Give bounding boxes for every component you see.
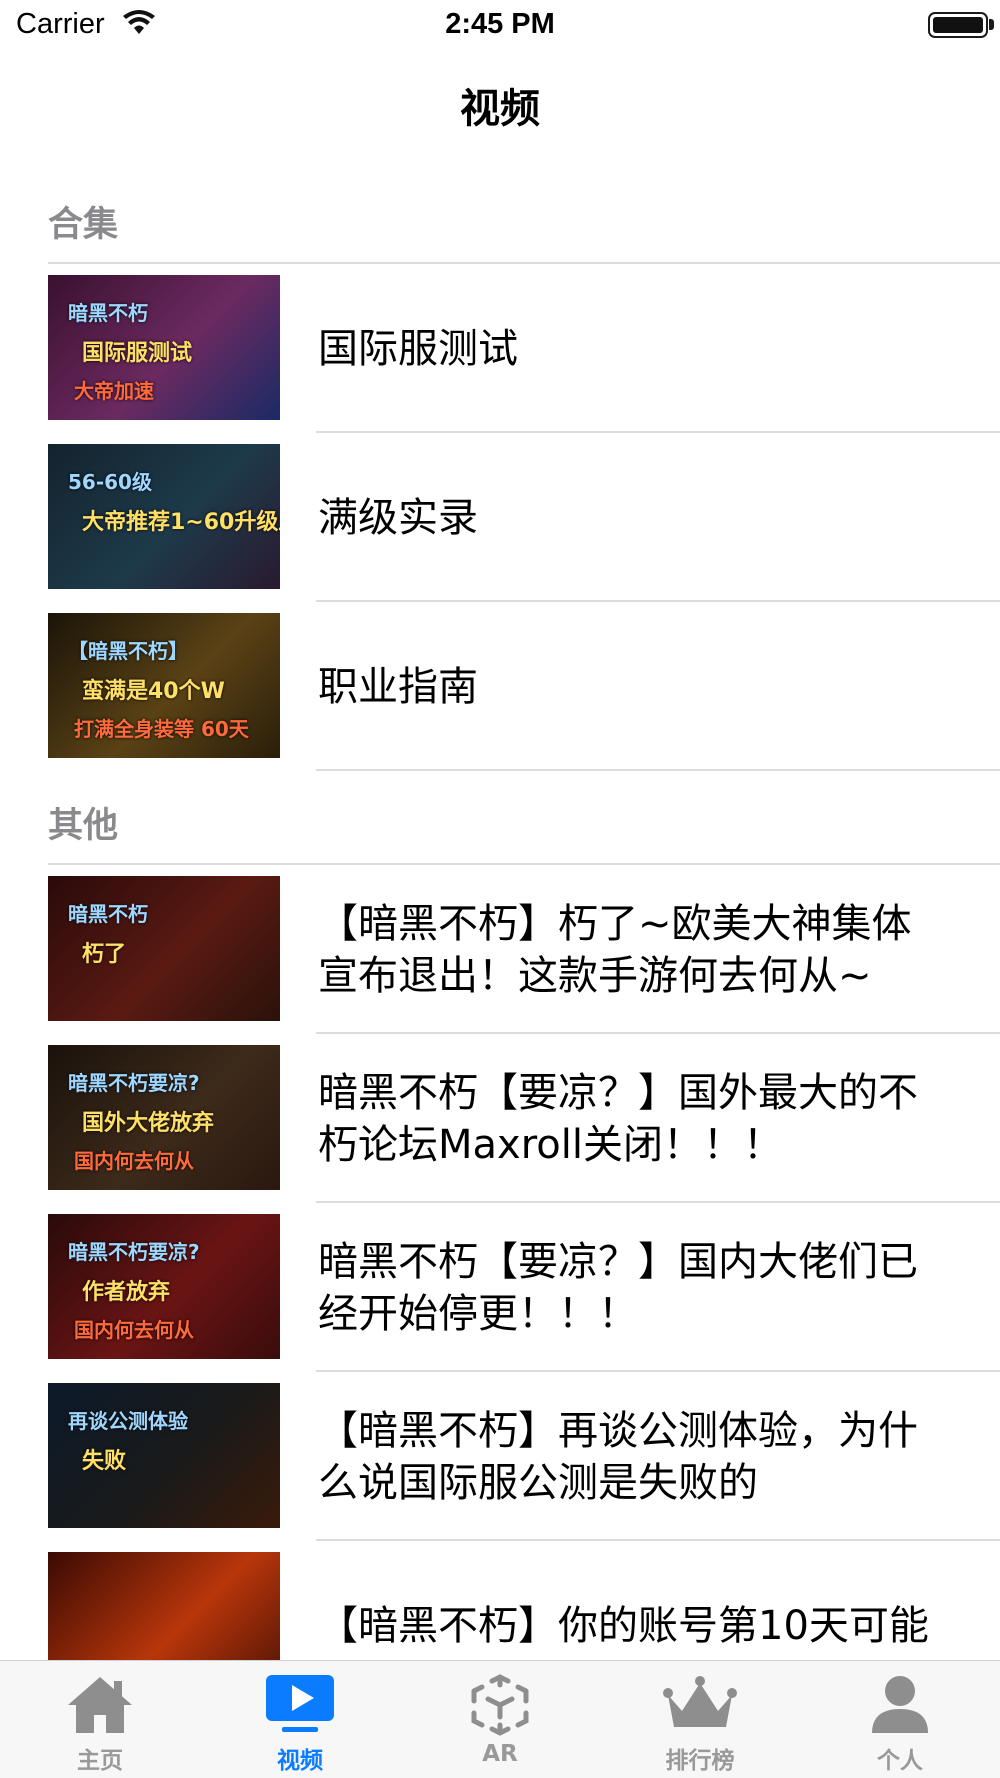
thumbnail-caption: 暗黑不朽	[68, 902, 148, 926]
section-header: 其他	[48, 806, 119, 846]
thumbnail-caption: 国内何去何从	[74, 1318, 194, 1342]
video-title-container: 暗黑不朽【要凉？】国外最大的不朽论坛Maxroll关闭！！！	[318, 1034, 950, 1203]
thumbnail-caption: 56-60级	[68, 470, 152, 494]
video-title-container: 暗黑不朽【要凉？】国内大佬们已经开始停更！！！	[318, 1203, 950, 1372]
video-title: 暗黑不朽【要凉？】国外最大的不朽论坛Maxroll关闭！！！	[318, 1069, 918, 1168]
video-title: 【暗黑不朽】朽了~欧美大神集体宣布退出！这款手游何去何从~	[318, 900, 912, 999]
video-row[interactable]: 暗黑不朽 国际服测试 大帝加速 国际服测试	[0, 264, 1000, 433]
thumbnail-caption: 再谈公测体验	[68, 1409, 188, 1433]
tab-bar: 主页 视频 AR 排行榜 个人	[0, 1660, 1000, 1778]
video-thumbnail[interactable]: 暗黑不朽要凉? 国外大佬放弃国内何去何从	[48, 1045, 280, 1190]
video-title: 国际服测试	[318, 325, 518, 372]
video-row[interactable]: 暗黑不朽要凉? 作者放弃国内何去何从 暗黑不朽【要凉？】国内大佬们已经开始停更！！！	[0, 1203, 1000, 1372]
status-bar: Carrier 2:45 PM	[0, 0, 1000, 50]
person-icon	[862, 1673, 938, 1737]
thumbnail-caption: 国际服测试	[82, 341, 193, 366]
tab-label: AR	[482, 1741, 518, 1767]
video-thumbnail[interactable]: 暗黑不朽朽了	[48, 876, 280, 1021]
video-title: 【暗黑不朽】再谈公测体验，为什么说国际服公测是失败的	[318, 1407, 918, 1506]
video-row[interactable]: 56-60级大帝推荐1~60升级路线图满级实录	[0, 433, 1000, 602]
thumbnail-caption: 打满全身装等 60天	[74, 717, 249, 741]
thumbnail-caption: 国外大佬放弃	[82, 1111, 215, 1136]
video-thumbnail[interactable]: 暗黑不朽要凉? 作者放弃国内何去何从	[48, 1214, 280, 1359]
tab-video[interactable]: 视频	[200, 1661, 400, 1778]
thumbnail-caption: 暗黑不朽要凉?	[68, 1071, 200, 1095]
video-title-container: 【暗黑不朽】再谈公测体验，为什么说国际服公测是失败的	[318, 1372, 950, 1541]
video-row[interactable]: 暗黑不朽要凉? 国外大佬放弃国内何去何从 暗黑不朽【要凉？】国外最大的不朽论坛Max…	[0, 1034, 1000, 1203]
battery-icon	[928, 12, 988, 38]
page-title: 视频	[460, 86, 540, 132]
video-list[interactable]: 合集暗黑不朽国际服测试大帝加速国际服测试56-60级大帝推荐1~60升级路线图满…	[0, 150, 1000, 1660]
video-row[interactable]: 【暗黑不朽】蛮满是40个W 打满全身装等 60天 职业指南	[0, 602, 1000, 771]
video-row[interactable]: 再谈公测体验 失败 【暗黑不朽】再谈公测体验，为什么说国际服公测是失败的	[0, 1372, 1000, 1541]
thumbnail-caption: 大帝加速	[74, 379, 154, 403]
thumbnail-caption: 朽了	[82, 942, 127, 967]
video-thumbnail[interactable]: 【暗黑不朽】蛮满是40个W 打满全身装等 60天	[48, 613, 280, 758]
video-title-container: 【暗黑不朽】你的账号第10天可能	[318, 1541, 950, 1660]
tab-ar[interactable]: AR	[400, 1661, 600, 1778]
video-thumbnail[interactable]	[48, 1552, 280, 1660]
ar-cube-icon	[462, 1673, 538, 1737]
status-time: 2:45 PM	[445, 8, 555, 40]
thumbnail-caption: 大帝推荐1~60升级路线图	[82, 510, 280, 535]
video-title-container: 国际服测试	[318, 264, 950, 433]
thumbnail-caption: 暗黑不朽	[68, 301, 148, 325]
video-thumbnail[interactable]: 56-60级大帝推荐1~60升级路线图	[48, 444, 280, 589]
house-icon	[62, 1673, 138, 1737]
video-row[interactable]: 暗黑不朽 朽了 【暗黑不朽】朽了~欧美大神集体宣布退出！这款手游何去何从~	[0, 865, 1000, 1034]
thumbnail-caption: 作者放弃	[82, 1280, 171, 1305]
crown-icon	[662, 1673, 738, 1737]
video-row[interactable]: 【暗黑不朽】你的账号第10天可能	[0, 1541, 1000, 1660]
thumbnail-caption: 【暗黑不朽】	[68, 639, 188, 663]
video-title-container: 职业指南	[318, 602, 950, 771]
tab-label: 主页	[77, 1748, 123, 1774]
thumbnail-caption: 蛮满是40个W	[82, 679, 225, 704]
video-title-container: 满级实录	[318, 433, 950, 602]
thumbnail-caption: 暗黑不朽要凉?	[68, 1240, 200, 1264]
tab-label: 排行榜	[665, 1748, 735, 1774]
thumbnail-caption: 国内何去何从	[74, 1149, 194, 1173]
video-title: 满级实录	[318, 494, 478, 541]
video-title-container: 【暗黑不朽】朽了~欧美大神集体宣布退出！这款手游何去何从~	[318, 865, 950, 1034]
video-title: 暗黑不朽【要凉？】国内大佬们已经开始停更！！！	[318, 1238, 918, 1337]
thumbnail-caption: 失败	[82, 1449, 127, 1474]
section-header: 合集	[48, 205, 119, 245]
tab-label: 个人	[877, 1748, 923, 1774]
video-title: 职业指南	[318, 663, 478, 710]
video-title: 【暗黑不朽】你的账号第10天可能	[318, 1602, 929, 1649]
tab-home[interactable]: 主页	[0, 1661, 200, 1778]
play-icon	[262, 1673, 338, 1737]
row-separator	[316, 769, 1000, 771]
tab-label: 视频	[277, 1748, 323, 1774]
tab-profile[interactable]: 个人	[800, 1661, 1000, 1778]
video-thumbnail[interactable]: 再谈公测体验失败	[48, 1383, 280, 1528]
battery-cap	[989, 19, 994, 30]
video-thumbnail[interactable]: 暗黑不朽国际服测试大帝加速	[48, 275, 280, 420]
tab-ranking[interactable]: 排行榜	[600, 1661, 800, 1778]
